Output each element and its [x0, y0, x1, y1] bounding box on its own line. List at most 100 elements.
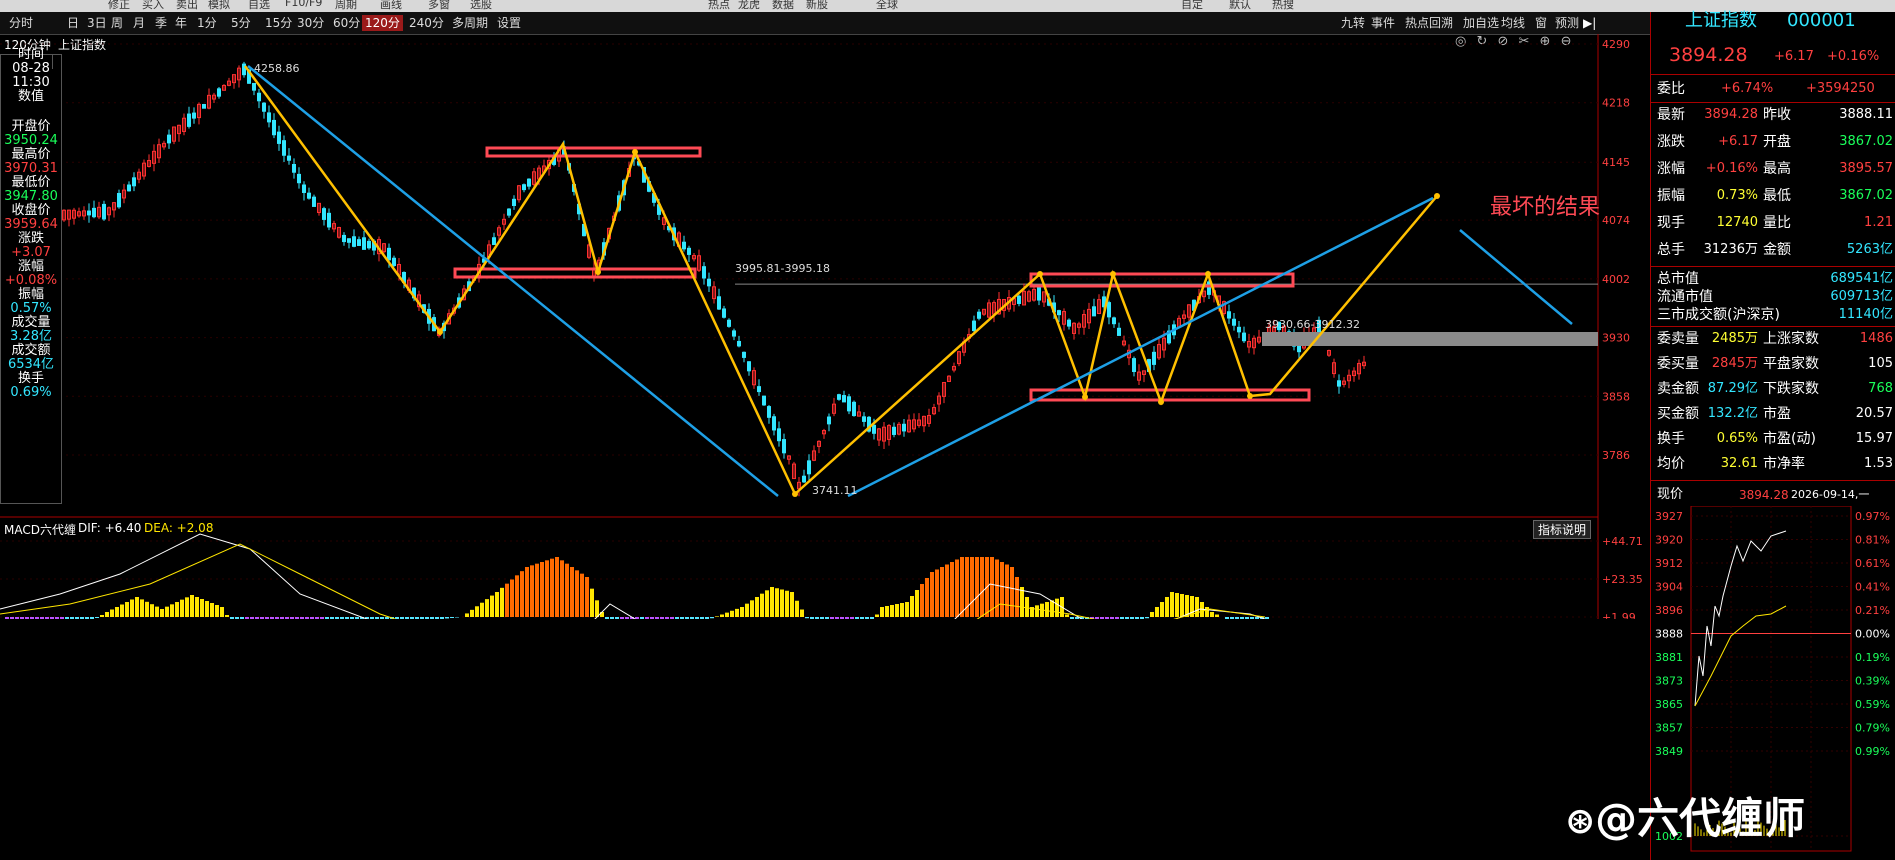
macd-bar	[25, 617, 29, 619]
top-menu-item[interactable]: 热搜	[1272, 0, 1294, 12]
macd-bar	[130, 599, 134, 617]
period-tab[interactable]: 15分	[262, 15, 295, 31]
macd-bar	[160, 609, 164, 617]
top-menu-item[interactable]: 周期	[335, 0, 357, 12]
macd-bar	[370, 617, 374, 619]
top-menu-strip: 修正 买入 卖出 模拟 自选 F10/F9 周期 画线 多窗 选股 热点 龙虎 数据 新股 全球 自定 默认 热搜	[0, 0, 1895, 12]
mini-axis-left: 3888	[1655, 628, 1683, 641]
candle-body	[307, 192, 311, 199]
stroke-vertex	[632, 149, 638, 155]
period-tab[interactable]: 5分	[228, 15, 254, 31]
toolbar-right-item[interactable]: 九转	[1338, 15, 1368, 31]
close-icon[interactable]: ▶|	[1580, 15, 1599, 31]
candle-body	[737, 340, 741, 347]
macd-bar	[170, 604, 174, 617]
period-tab[interactable]: 1分	[194, 15, 220, 31]
macd-bar	[200, 599, 204, 617]
period-tab[interactable]: 日	[64, 15, 82, 31]
toolbar-right-item[interactable]: 预测	[1552, 15, 1582, 31]
top-menu-item[interactable]: 默认	[1229, 0, 1251, 12]
top-menu-item[interactable]: 模拟	[208, 0, 230, 12]
stroke-vertex	[1434, 193, 1440, 199]
macd-bar	[5, 617, 9, 619]
top-menu-item[interactable]: 龙虎	[738, 0, 760, 12]
candle-body	[1057, 310, 1061, 316]
toolbar-right-item[interactable]: 热点回溯	[1402, 15, 1456, 31]
macd-bar	[310, 617, 314, 619]
period-tab[interactable]: 设置	[494, 15, 524, 31]
macd-bar	[415, 617, 419, 619]
period-tab[interactable]: 60分	[330, 15, 363, 31]
mini-axis-right: 0.81%	[1855, 534, 1890, 547]
macd-bar	[675, 617, 679, 619]
top-menu-item[interactable]: 买入	[142, 0, 164, 12]
toolbar-right-item[interactable]: 事件	[1368, 15, 1398, 31]
toolbar-right-item[interactable]: 均线	[1498, 15, 1528, 31]
candle-body	[512, 198, 516, 207]
macd-bar	[115, 607, 119, 617]
sidebar-scroll-handle[interactable]	[52, 55, 61, 69]
macd-bar	[450, 617, 454, 618]
top-menu-item[interactable]: 新股	[806, 0, 828, 12]
top-menu-item[interactable]: 选股	[470, 0, 492, 12]
candle-body	[977, 311, 981, 319]
period-tab[interactable]: 3日	[84, 15, 110, 31]
top-menu-item[interactable]: 修正	[108, 0, 130, 12]
macd-bar	[895, 604, 899, 617]
macd-bar	[610, 617, 614, 619]
top-menu-item[interactable]: 卖出	[176, 0, 198, 12]
macd-bar	[150, 604, 154, 617]
macd-title: MACD六代缠	[4, 523, 76, 537]
price-axis-label: 4074	[1602, 214, 1630, 227]
candle-body	[732, 330, 736, 337]
quote-value: 3888.11	[1839, 107, 1893, 122]
headline-annotation: 最坏的结果	[1490, 195, 1600, 220]
top-menu-item[interactable]: 自定	[1181, 0, 1203, 12]
macd-bar	[1150, 612, 1154, 617]
period-tab[interactable]: 120分	[362, 15, 403, 31]
top-menu-item[interactable]: 数据	[772, 0, 794, 12]
divider	[1651, 266, 1895, 267]
period-tab[interactable]: 多周期	[449, 15, 491, 31]
mini-axis-left: 3857	[1655, 722, 1683, 735]
macd-bar	[335, 617, 339, 619]
period-tab[interactable]: 30分	[294, 15, 327, 31]
candle-body	[702, 266, 706, 279]
period-tab[interactable]: 周	[108, 15, 126, 31]
period-tab[interactable]: 240分	[406, 15, 447, 31]
macd-bar	[915, 590, 919, 617]
price-axis-label: 4145	[1602, 156, 1630, 169]
period-tab[interactable]: 分时	[6, 15, 36, 31]
top-menu-item[interactable]: 自选	[248, 0, 270, 12]
top-menu-item[interactable]: 全球	[876, 0, 898, 12]
macd-bar	[1135, 617, 1139, 619]
candle-body	[772, 416, 776, 431]
weibi-value: +6.74%	[1721, 81, 1774, 96]
macd-bar	[975, 557, 979, 617]
top-menu-item[interactable]: 多窗	[428, 0, 450, 12]
top-menu-item[interactable]: 画线	[380, 0, 402, 12]
mini-label: 现价	[1657, 487, 1684, 502]
macd-bar	[780, 589, 784, 617]
macd-bar	[1170, 592, 1174, 617]
price-chart[interactable]: 4290 4218 4145 4074 4002 3930 3858 3786 4258.86 3…	[0, 34, 1650, 619]
mini-price: 3894.28	[1739, 488, 1789, 502]
toolbar-right-item[interactable]: 加自选	[1460, 15, 1502, 31]
macd-bar	[875, 614, 879, 617]
candle-body	[492, 237, 496, 246]
mini-axis-left: 3927	[1655, 510, 1683, 523]
candle-body	[132, 177, 136, 187]
mini-axis-right: 0.41%	[1855, 581, 1890, 594]
indicator-help-button[interactable]: 指标说明	[1533, 520, 1592, 539]
period-tab[interactable]: 月	[130, 15, 148, 31]
period-tab[interactable]: 季	[152, 15, 170, 31]
toolbar-right-item[interactable]: 窗	[1532, 15, 1550, 31]
period-tab[interactable]: 年	[172, 15, 190, 31]
macd-bar	[840, 617, 844, 619]
macd-bar	[960, 557, 964, 617]
macd-bar	[260, 617, 264, 619]
candle-body	[347, 238, 351, 243]
top-menu-item[interactable]: F10/F9	[285, 0, 322, 9]
top-menu-item[interactable]: 热点	[708, 0, 730, 12]
candle-body	[807, 460, 811, 475]
